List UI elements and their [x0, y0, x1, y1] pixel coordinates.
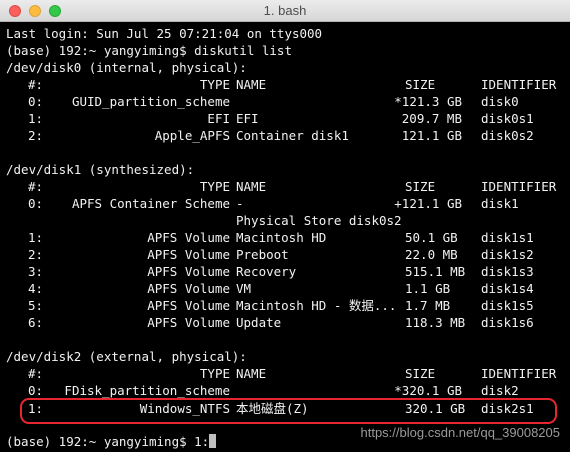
window-title: 1. bash [263, 3, 307, 18]
row-size: +121.1 GB [394, 196, 462, 211]
row-name: VM [236, 281, 252, 296]
row-type: APFS Volume [147, 230, 230, 245]
row-num: 0: [28, 94, 44, 109]
col-num: #: [28, 179, 44, 194]
disk1-column-headers: #: TYPE NAME SIZE IDENTIFIER [0, 178, 570, 195]
row-identifier: disk2 [481, 383, 519, 398]
row-num: 2: [28, 247, 44, 262]
row-num: 2: [28, 128, 44, 143]
col-name: NAME [236, 179, 267, 194]
row-name: Preboot [236, 247, 289, 262]
row-size: *121.3 GB [394, 94, 462, 109]
row-identifier: disk1s5 [481, 298, 534, 313]
row-type: APFS Volume [147, 281, 230, 296]
table-row: 1: APFS Volume Macintosh HD 50.1 GB disk… [0, 229, 570, 246]
row-identifier: disk1s3 [481, 264, 534, 279]
col-name: NAME [236, 77, 267, 92]
row-size: 209.7 MB [401, 111, 462, 126]
row-type: APFS Volume [147, 315, 230, 330]
row-type: FDisk_partition_scheme [64, 383, 230, 398]
disk0-column-headers: #: TYPE NAME SIZE IDENTIFIER [0, 76, 570, 93]
watermark: https://blog.csdn.net/qq_39008205 [360, 425, 561, 440]
table-row: 3: APFS Volume Recovery 515.1 MB disk1s3 [0, 263, 570, 280]
row-type: APFS Volume [147, 298, 230, 313]
final-prompt-line: (base) 192:~ yangyiming$ 1: [6, 433, 217, 450]
row-type: APFS Container Scheme [71, 196, 230, 211]
row-size: 1.7 MB [405, 298, 451, 313]
row-size: *320.1 GB [394, 383, 462, 398]
row-num: 0: [28, 196, 44, 211]
row-type: APFS Volume [147, 247, 230, 262]
row-identifier: disk0s2 [481, 128, 534, 143]
last-login-line: Last login: Sun Jul 25 07:21:04 on ttys0… [6, 26, 323, 41]
final-prompt-text: (base) 192:~ yangyiming$ 1: [6, 434, 210, 449]
col-name: NAME [236, 366, 267, 381]
row-identifier: disk0 [481, 94, 519, 109]
row-size: 515.1 MB [405, 264, 466, 279]
col-identifier: IDENTIFIER [481, 77, 557, 92]
row-name: - [236, 196, 244, 211]
row-name: Update [236, 315, 282, 330]
col-size: SIZE [405, 179, 436, 194]
red-highlight-box [20, 398, 557, 424]
col-identifier: IDENTIFIER [481, 179, 557, 194]
table-row: 0: APFS Container Scheme - +121.1 GB dis… [0, 195, 570, 212]
row-num: 5: [28, 298, 44, 313]
row-identifier: disk1s2 [481, 247, 534, 262]
table-row: 6: APFS Volume Update 118.3 MB disk1s6 [0, 314, 570, 331]
table-row: 2: Apple_APFS Container disk1 121.1 GB d… [0, 127, 570, 144]
col-size: SIZE [405, 77, 436, 92]
row-num: 6: [28, 315, 44, 330]
col-num: #: [28, 77, 44, 92]
row-size: 50.1 GB [405, 230, 458, 245]
disk1-header: /dev/disk1 (synthesized): [6, 162, 195, 177]
row-identifier: disk0s1 [481, 111, 534, 126]
table-row: 5: APFS Volume Macintosh HD - 数据... 1.7 … [0, 297, 570, 314]
row-num: 3: [28, 264, 44, 279]
command-line: (base) 192:~ yangyiming$ diskutil list [6, 43, 292, 58]
row-type: APFS Volume [147, 264, 230, 279]
row-num: 0: [28, 383, 44, 398]
text-cursor [209, 434, 217, 448]
row-num: 1: [28, 111, 44, 126]
row-name: Recovery [236, 264, 297, 279]
table-row: 0: FDisk_partition_scheme *320.1 GB disk… [0, 382, 570, 399]
row-size: 1.1 GB [405, 281, 451, 296]
col-type: TYPE [199, 179, 230, 194]
col-size: SIZE [405, 366, 436, 381]
table-row: 4: APFS Volume VM 1.1 GB disk1s4 [0, 280, 570, 297]
row-size: 121.1 GB [401, 128, 462, 143]
row-identifier: disk1s6 [481, 315, 534, 330]
row-name: Container disk1 [236, 128, 349, 143]
row-name-continuation: Physical Store disk0s2 [236, 213, 402, 228]
table-row: 1: EFI EFI 209.7 MB disk0s1 [0, 110, 570, 127]
row-identifier: disk1s1 [481, 230, 534, 245]
row-name: EFI [236, 111, 259, 126]
terminal-window: 1. bash Last login: Sun Jul 25 07:21:04 … [0, 0, 570, 452]
row-num: 4: [28, 281, 44, 296]
col-identifier: IDENTIFIER [481, 366, 557, 381]
row-type: GUID_partition_scheme [71, 94, 230, 109]
disk2-header: /dev/disk2 (external, physical): [6, 349, 247, 364]
table-row-continuation: Physical Store disk0s2 [0, 212, 570, 229]
row-type: Apple_APFS [154, 128, 230, 143]
row-name: Macintosh HD [236, 230, 327, 245]
col-type: TYPE [199, 366, 230, 381]
col-type: TYPE [199, 77, 230, 92]
terminal-output[interactable]: Last login: Sun Jul 25 07:21:04 on ttys0… [0, 22, 570, 452]
row-name: Macintosh HD - 数据... [236, 298, 397, 313]
table-row: 2: APFS Volume Preboot 22.0 MB disk1s2 [0, 246, 570, 263]
disk2-column-headers: #: TYPE NAME SIZE IDENTIFIER [0, 365, 570, 382]
row-num: 1: [28, 230, 44, 245]
row-type: EFI [207, 111, 230, 126]
title-bar[interactable]: 1. bash [0, 0, 570, 22]
row-identifier: disk1s4 [481, 281, 534, 296]
row-size: 22.0 MB [405, 247, 458, 262]
row-size: 118.3 MB [405, 315, 466, 330]
row-identifier: disk1 [481, 196, 519, 211]
disk0-header: /dev/disk0 (internal, physical): [6, 60, 247, 75]
col-num: #: [28, 366, 44, 381]
table-row: 0: GUID_partition_scheme *121.3 GB disk0 [0, 93, 570, 110]
